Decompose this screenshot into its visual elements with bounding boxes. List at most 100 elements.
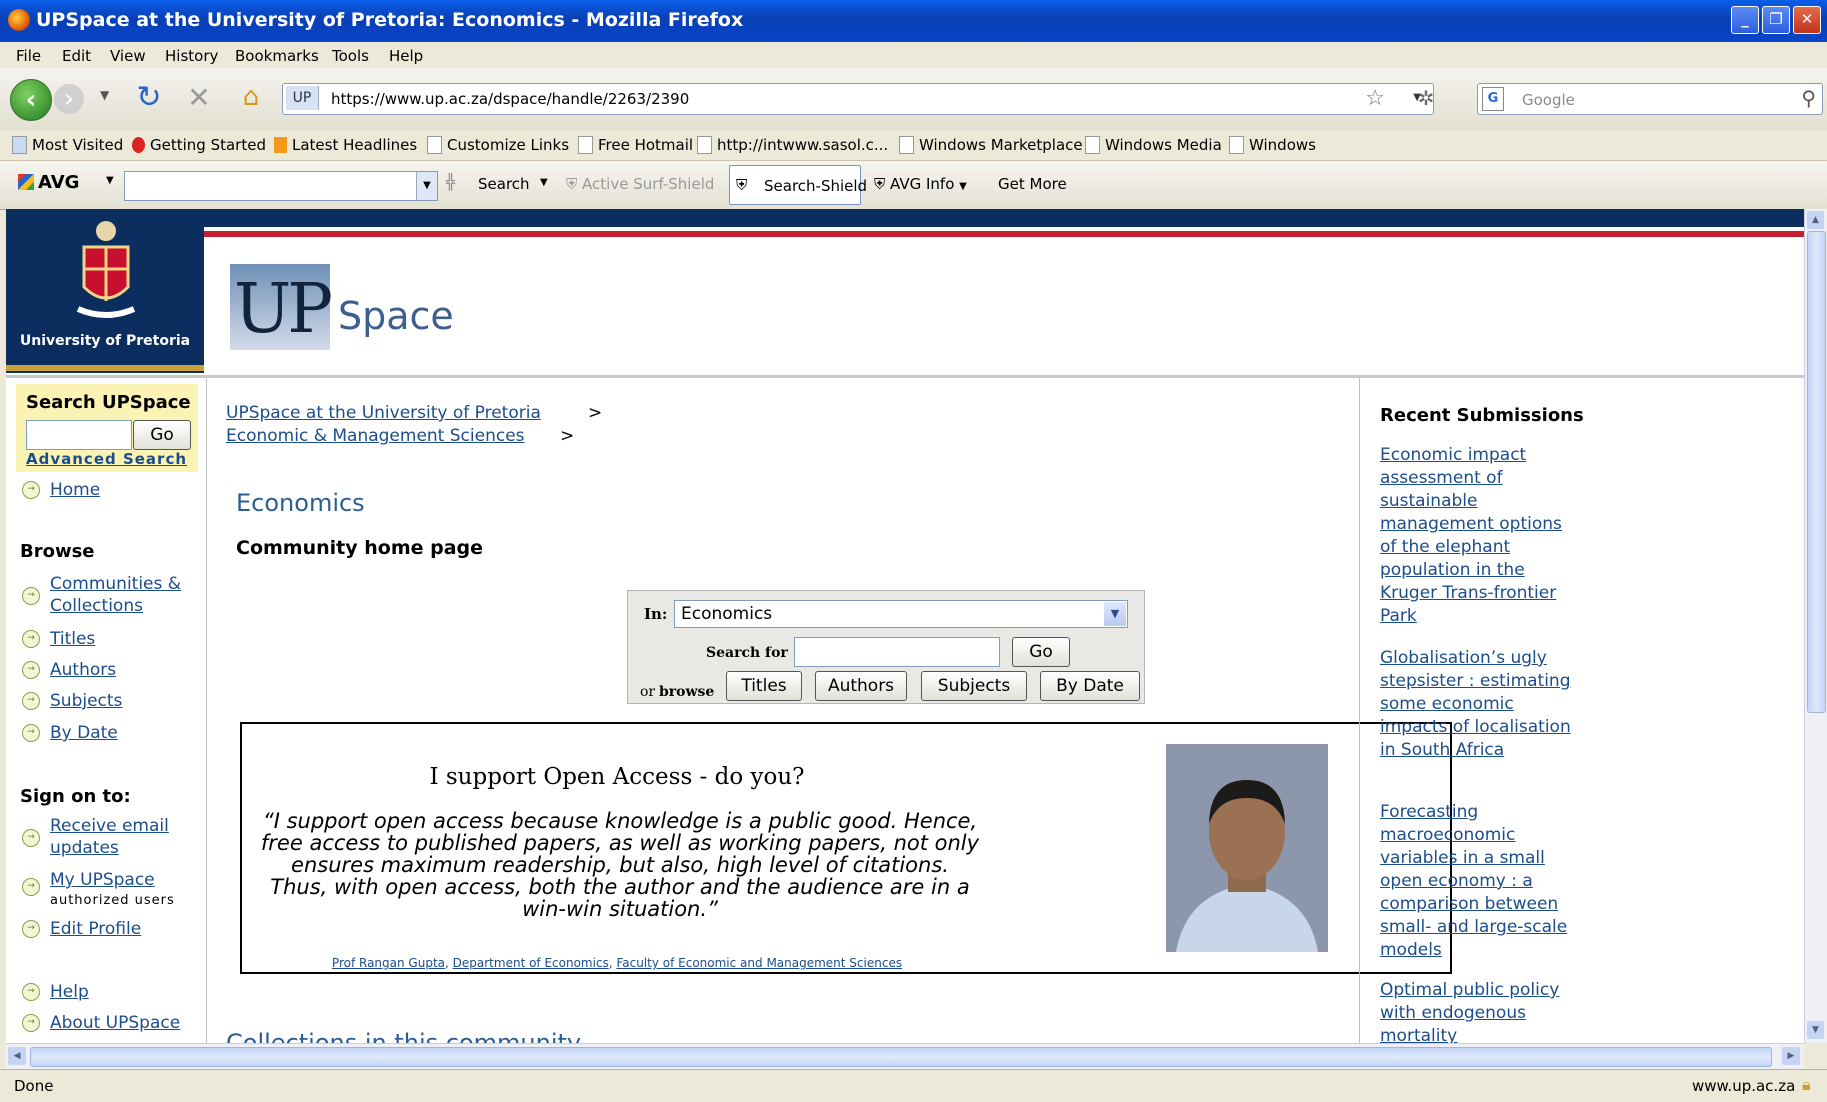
scroll-left-icon[interactable]: ◀ [8, 1047, 26, 1065]
url-bar[interactable]: UP https://www.up.ac.za/dspace/handle/22… [282, 83, 1434, 115]
minimize-button[interactable]: _ [1731, 6, 1759, 34]
avg-toolbar: AVG ▼ ▼ ╬ Search ▼ ⛨ Active Surf-Shield … [0, 161, 1827, 210]
menu-tools[interactable]: Tools [332, 47, 369, 65]
sidebar-by-date-link[interactable]: By Date [50, 722, 118, 744]
scope-value: Economics [681, 604, 773, 624]
bookmark-label: Customize Links [447, 136, 570, 154]
breadcrumb-upspace[interactable]: UPSpace at the University of Pretoria [226, 403, 541, 423]
university-logo-panel[interactable]: University of Pretoria [6, 209, 204, 373]
bookmark-windows[interactable]: Windows [1229, 136, 1316, 154]
google-engine-icon[interactable]: G [1482, 87, 1504, 111]
community-go-button[interactable]: Go [1012, 637, 1070, 667]
arrow-bullet-icon: → [22, 692, 40, 710]
arrow-bullet-icon: → [22, 661, 40, 679]
bookmark-star-icon[interactable]: ☆ [1365, 86, 1385, 111]
avg-search-button[interactable]: Search [478, 175, 530, 193]
bookmark-windows-media[interactable]: Windows Media [1085, 136, 1222, 154]
advanced-search-link[interactable]: Advanced Search [26, 450, 187, 468]
history-dropdown-icon[interactable]: ▼ [100, 88, 109, 102]
sidebar-titles-link[interactable]: Titles [50, 628, 95, 650]
bookmark-most-visited[interactable]: Most Visited [12, 136, 123, 154]
firefox-icon [8, 9, 30, 31]
search-icon[interactable]: ⚲ [1801, 86, 1816, 110]
scope-dropdown-icon[interactable]: ▼ [1104, 602, 1126, 626]
bookmark-windows-marketplace[interactable]: Windows Marketplace [899, 136, 1083, 154]
scope-select[interactable]: Economics ▼ [674, 600, 1128, 628]
sidebar-search-input[interactable] [26, 420, 132, 450]
menu-view[interactable]: View [110, 47, 146, 65]
community-search-widget: In: Economics ▼ Search for Go or browse … [627, 590, 1145, 704]
menu-bookmarks[interactable]: Bookmarks [235, 47, 319, 65]
recent-item-link[interactable]: Optimal public policy with endogenous mo… [1380, 979, 1580, 1043]
avg-search-dropdown-icon[interactable]: ▼ [540, 177, 548, 188]
sidebar-home-link[interactable]: Home [50, 479, 100, 501]
browse-subjects-button[interactable]: Subjects [921, 671, 1027, 701]
avg-search-input[interactable]: ▼ [124, 171, 438, 201]
surf-shield-button[interactable]: ⛨ Active Surf-Shield [566, 175, 714, 193]
sidebar-authors-link[interactable]: Authors [50, 659, 116, 681]
avg-brand: AVG [38, 172, 80, 193]
menu-help[interactable]: Help [389, 47, 423, 65]
receive-email-link[interactable]: Receive email updates [50, 815, 190, 859]
menu-history[interactable]: History [165, 47, 218, 65]
vertical-scrollbar[interactable]: ▲ ▼ [1804, 209, 1827, 1043]
avg-menu-dropdown-icon[interactable]: ▼ [106, 175, 114, 186]
horizontal-scroll-thumb[interactable] [30, 1047, 1772, 1067]
menu-file[interactable]: File [16, 47, 41, 65]
sidebar-communities-link[interactable]: Communities & Collections [50, 573, 190, 617]
credit-department-link[interactable]: Department of Economics [453, 956, 609, 970]
stop-icon[interactable]: ✕ [184, 81, 214, 114]
close-button[interactable]: ✕ [1793, 6, 1821, 34]
web-search-box[interactable]: G Google ⚲ [1477, 83, 1823, 115]
addon-icon[interactable]: ✲ [1412, 84, 1440, 112]
forward-button[interactable]: › [54, 84, 84, 114]
bookmark-label: Windows [1249, 136, 1316, 154]
get-more-button[interactable]: Get More [998, 175, 1067, 193]
bookmark-latest-headlines[interactable]: Latest Headlines [274, 136, 417, 154]
my-upspace-link[interactable]: My UPSpace [50, 869, 155, 891]
back-button[interactable]: ‹ [10, 79, 52, 121]
search-shield-button[interactable]: ⛨ Search-Shield [729, 165, 867, 205]
recent-item-link[interactable]: Economic impact assessment of sustainabl… [1380, 444, 1580, 628]
vertical-scroll-thumb[interactable] [1807, 231, 1826, 713]
site-identity-icon[interactable]: UP [286, 86, 319, 110]
sidebar-subjects-link[interactable]: Subjects [50, 690, 122, 712]
recent-item-link[interactable]: Globalisation’s ugly stepsister : estima… [1380, 647, 1580, 762]
avg-search-dropdown-icon[interactable]: ▼ [416, 172, 437, 200]
secure-lock-icon[interactable]: 🔒︎ [1802, 1075, 1811, 1095]
horizontal-scrollbar[interactable]: ◀ ▶ [6, 1043, 1804, 1070]
avg-logo[interactable]: AVG [18, 172, 79, 193]
arrow-bullet-icon: → [22, 920, 40, 938]
avg-info-button[interactable]: ⛨ AVG Info ▼ [874, 175, 967, 193]
scroll-down-icon[interactable]: ▼ [1807, 1021, 1824, 1039]
bookmark-label: Windows Media [1105, 136, 1222, 154]
edit-profile-link[interactable]: Edit Profile [50, 918, 141, 940]
recent-item-link[interactable]: Forecasting macroeconomic variables in a… [1380, 801, 1580, 962]
breadcrumb-economic-management[interactable]: Economic & Management Sciences [226, 426, 525, 446]
credit-person-link[interactable]: Prof Rangan Gupta [332, 956, 445, 970]
help-link[interactable]: Help [50, 981, 89, 1003]
bookmark-getting-started[interactable]: Getting Started [132, 136, 266, 154]
page-icon [1085, 136, 1100, 154]
menu-edit[interactable]: Edit [62, 47, 91, 65]
red-favicon-icon [132, 137, 145, 153]
bookmark-customize-links[interactable]: Customize Links [427, 136, 569, 154]
page-title: Economics [236, 489, 365, 517]
credit-faculty-link[interactable]: Faculty of Economic and Management Scien… [616, 956, 902, 970]
community-search-input[interactable] [794, 637, 1000, 667]
browse-by-date-button[interactable]: By Date [1040, 671, 1140, 701]
sidebar-go-button[interactable]: Go [133, 420, 191, 450]
bookmark-free-hotmail[interactable]: Free Hotmail [578, 136, 693, 154]
scroll-up-icon[interactable]: ▲ [1807, 211, 1824, 229]
browse-authors-button[interactable]: Authors [815, 671, 907, 701]
reload-icon[interactable]: ↻ [134, 80, 164, 115]
browse-titles-button[interactable]: Titles [726, 671, 802, 701]
scroll-right-icon[interactable]: ▶ [1782, 1047, 1800, 1065]
scope-label: In: [644, 605, 668, 623]
restore-button[interactable]: ❐ [1762, 6, 1790, 34]
page-icon [578, 136, 593, 154]
home-icon[interactable]: ⌂ [236, 82, 266, 112]
bookmark-sasol[interactable]: http://intwww.sasol.c... [697, 136, 888, 154]
header-accent-line [204, 231, 1804, 237]
about-upspace-link[interactable]: About UPSpace [50, 1012, 180, 1034]
